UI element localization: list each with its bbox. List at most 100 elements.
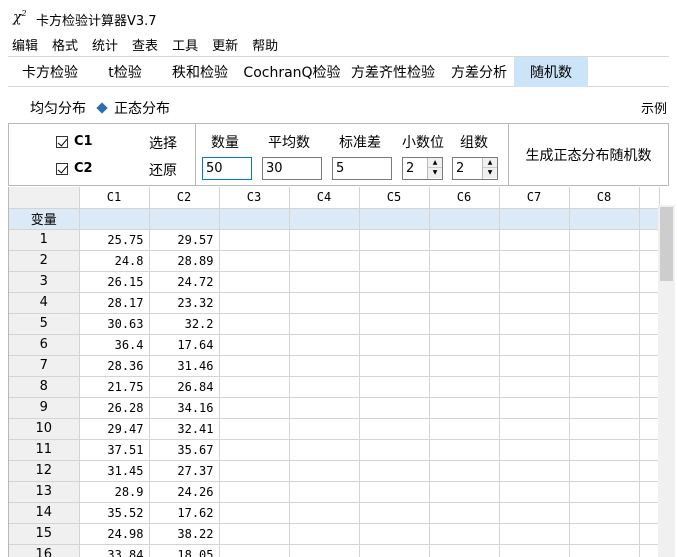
restore-button[interactable]: 还原 [149, 160, 177, 180]
variable-cell[interactable] [499, 208, 570, 230]
cell-empty[interactable] [429, 355, 500, 377]
cell-c1[interactable]: 24.8 [79, 250, 150, 272]
cell-empty[interactable] [359, 271, 430, 293]
cell-empty[interactable] [289, 376, 360, 398]
cell-empty[interactable] [499, 313, 570, 335]
sd-input[interactable]: 5 [332, 157, 392, 180]
cell-empty[interactable] [219, 250, 290, 272]
cell-empty[interactable] [639, 313, 660, 335]
cell-empty[interactable] [499, 292, 570, 314]
cell-empty[interactable] [429, 271, 500, 293]
cell-empty[interactable] [359, 313, 430, 335]
cell-c1[interactable]: 26.15 [79, 271, 150, 293]
cell-empty[interactable] [359, 355, 430, 377]
cell-empty[interactable] [499, 229, 570, 251]
uniform-distribution-option[interactable]: 均匀分布 [30, 98, 86, 118]
column-header[interactable]: C2 [149, 187, 220, 209]
row-number[interactable]: 16 [9, 544, 80, 557]
cell-empty[interactable] [429, 376, 500, 398]
cell-empty[interactable] [499, 376, 570, 398]
cell-empty[interactable] [569, 292, 640, 314]
cell-empty[interactable] [219, 292, 290, 314]
cell-empty[interactable] [359, 418, 430, 440]
cell-empty[interactable] [569, 250, 640, 272]
cell-c1[interactable]: 21.75 [79, 376, 150, 398]
row-number[interactable]: 13 [9, 481, 80, 503]
cell-empty[interactable] [499, 439, 570, 461]
menu-help[interactable]: 帮助 [252, 35, 278, 54]
cell-empty[interactable] [219, 376, 290, 398]
cell-c1[interactable]: 33.84 [79, 544, 150, 557]
row-number[interactable]: 3 [9, 271, 80, 293]
cell-c2[interactable]: 17.64 [149, 334, 220, 356]
cell-c2[interactable]: 38.22 [149, 523, 220, 545]
vertical-scrollbar[interactable] [658, 205, 675, 557]
cell-empty[interactable] [639, 229, 660, 251]
cell-empty[interactable] [359, 334, 430, 356]
menu-statistics[interactable]: 统计 [92, 35, 118, 54]
cell-empty[interactable] [429, 229, 500, 251]
cell-empty[interactable] [289, 481, 360, 503]
cell-empty[interactable] [219, 460, 290, 482]
cell-empty[interactable] [499, 544, 570, 557]
cell-empty[interactable] [429, 523, 500, 545]
cell-empty[interactable] [569, 523, 640, 545]
count-input[interactable]: 50 [202, 157, 252, 180]
cell-empty[interactable] [499, 418, 570, 440]
cell-empty[interactable] [359, 544, 430, 557]
spinner-down-icon[interactable]: ▼ [428, 168, 442, 178]
cell-c2[interactable]: 29.57 [149, 229, 220, 251]
cell-empty[interactable] [569, 418, 640, 440]
cell-empty[interactable] [219, 313, 290, 335]
cell-c1[interactable]: 24.98 [79, 523, 150, 545]
cell-empty[interactable] [639, 334, 660, 356]
cell-c1[interactable]: 35.52 [79, 502, 150, 524]
cell-empty[interactable] [219, 439, 290, 461]
cell-empty[interactable] [499, 523, 570, 545]
cell-c2[interactable]: 28.89 [149, 250, 220, 272]
cell-empty[interactable] [289, 229, 360, 251]
menu-lookup-table[interactable]: 查表 [132, 35, 158, 54]
cell-empty[interactable] [499, 460, 570, 482]
cell-empty[interactable] [289, 292, 360, 314]
cell-empty[interactable] [639, 502, 660, 524]
cell-empty[interactable] [429, 292, 500, 314]
cell-empty[interactable] [569, 397, 640, 419]
cell-c1[interactable]: 31.45 [79, 460, 150, 482]
column-header[interactable]: C3 [219, 187, 290, 209]
tab-cochranq-test[interactable]: CochranQ检验 [242, 57, 342, 87]
variable-cell[interactable] [219, 208, 290, 230]
column-header[interactable]: C7 [499, 187, 570, 209]
cell-empty[interactable] [429, 334, 500, 356]
cell-empty[interactable] [639, 523, 660, 545]
grid-corner[interactable] [9, 187, 80, 209]
cell-empty[interactable] [359, 250, 430, 272]
cell-empty[interactable] [359, 502, 430, 524]
column-header[interactable]: C1 [79, 187, 150, 209]
decimals-spinner[interactable]: 2 ▲ ▼ [402, 157, 443, 180]
row-number[interactable]: 11 [9, 439, 80, 461]
variable-cell[interactable] [639, 208, 660, 230]
generate-normal-random-button[interactable]: 生成正态分布随机数 [509, 124, 668, 185]
cell-empty[interactable] [499, 334, 570, 356]
cell-empty[interactable] [289, 544, 360, 557]
tab-chi-square-test[interactable]: 卡方检验 [8, 57, 92, 87]
cell-empty[interactable] [499, 397, 570, 419]
cell-empty[interactable] [219, 544, 290, 557]
cell-empty[interactable] [289, 502, 360, 524]
cell-c2[interactable]: 23.32 [149, 292, 220, 314]
spinner-up-icon[interactable]: ▲ [483, 158, 497, 168]
cell-empty[interactable] [639, 271, 660, 293]
cell-empty[interactable] [639, 292, 660, 314]
tab-anova[interactable]: 方差分析 [444, 57, 514, 87]
cell-empty[interactable] [639, 460, 660, 482]
cell-c2[interactable]: 24.72 [149, 271, 220, 293]
cell-empty[interactable] [569, 271, 640, 293]
cell-empty[interactable] [289, 418, 360, 440]
row-number[interactable]: 10 [9, 418, 80, 440]
menu-tools[interactable]: 工具 [172, 35, 198, 54]
cell-empty[interactable] [639, 418, 660, 440]
cell-c1[interactable]: 28.36 [79, 355, 150, 377]
cell-empty[interactable] [569, 460, 640, 482]
cell-empty[interactable] [499, 481, 570, 503]
